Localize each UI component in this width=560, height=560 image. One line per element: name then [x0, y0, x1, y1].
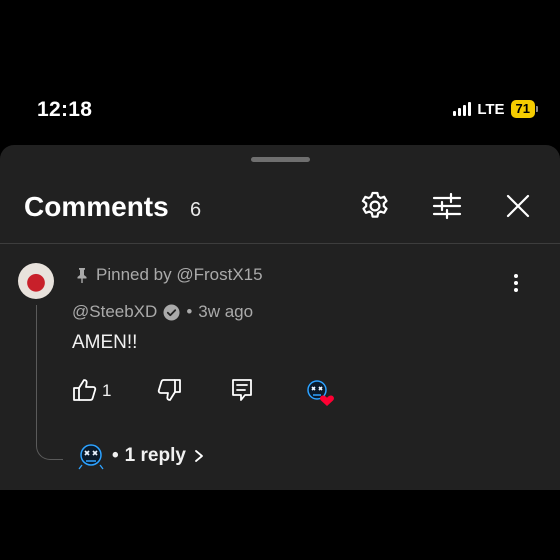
- phone-screen: 12:18 LTE 71 Comments 6 Pinned by @Frost…: [0, 70, 560, 490]
- status-bar: 12:18 LTE 71: [0, 70, 560, 150]
- header-divider: [0, 243, 560, 244]
- comments-sheet: Comments 6 Pinned by @FrostX15 @SteebXD …: [0, 145, 560, 490]
- drag-handle[interactable]: [251, 157, 310, 162]
- comment-author[interactable]: @SteebXD: [72, 302, 157, 322]
- comment-age: 3w ago: [198, 302, 254, 321]
- comments-count: 6: [190, 199, 202, 221]
- pinned-by-text: Pinned by @FrostX15: [96, 265, 263, 284]
- more-options-icon[interactable]: [514, 271, 518, 295]
- settings-gear-icon[interactable]: [359, 190, 391, 222]
- chevron-right-icon: [195, 450, 203, 462]
- like-count: 1: [102, 381, 112, 400]
- comments-title: Comments: [24, 191, 169, 222]
- status-time: 12:18: [37, 98, 93, 121]
- thread-connector: [36, 305, 63, 460]
- replier-avatar: [78, 444, 104, 470]
- reply-comment-icon[interactable]: [230, 377, 254, 403]
- close-icon[interactable]: [502, 190, 534, 222]
- commenter-avatar[interactable]: [18, 263, 54, 299]
- pin-icon: [77, 268, 87, 283]
- creator-heart-icon: [307, 380, 334, 406]
- dislike-icon[interactable]: [156, 377, 182, 403]
- reply-bullet: •: [112, 445, 119, 466]
- meta-separator: •: [186, 302, 193, 321]
- battery-level: 71: [510, 100, 535, 118]
- like-icon[interactable]: [72, 377, 98, 403]
- pinned-label: Pinned by @FrostX15: [76, 265, 263, 285]
- comment-meta: @SteebXD • 3w ago: [72, 302, 253, 322]
- reply-count-label: 1 reply: [124, 445, 186, 466]
- comment-text: AMEN!!: [72, 332, 138, 353]
- filter-sliders-icon[interactable]: [431, 190, 463, 222]
- view-replies-button[interactable]: • 1 reply: [76, 441, 206, 471]
- battery-icon: 71: [510, 100, 538, 118]
- signal-icon: [453, 102, 472, 116]
- status-indicators: LTE 71: [453, 100, 538, 118]
- verified-check-icon: [163, 304, 180, 320]
- network-type: LTE: [477, 100, 505, 118]
